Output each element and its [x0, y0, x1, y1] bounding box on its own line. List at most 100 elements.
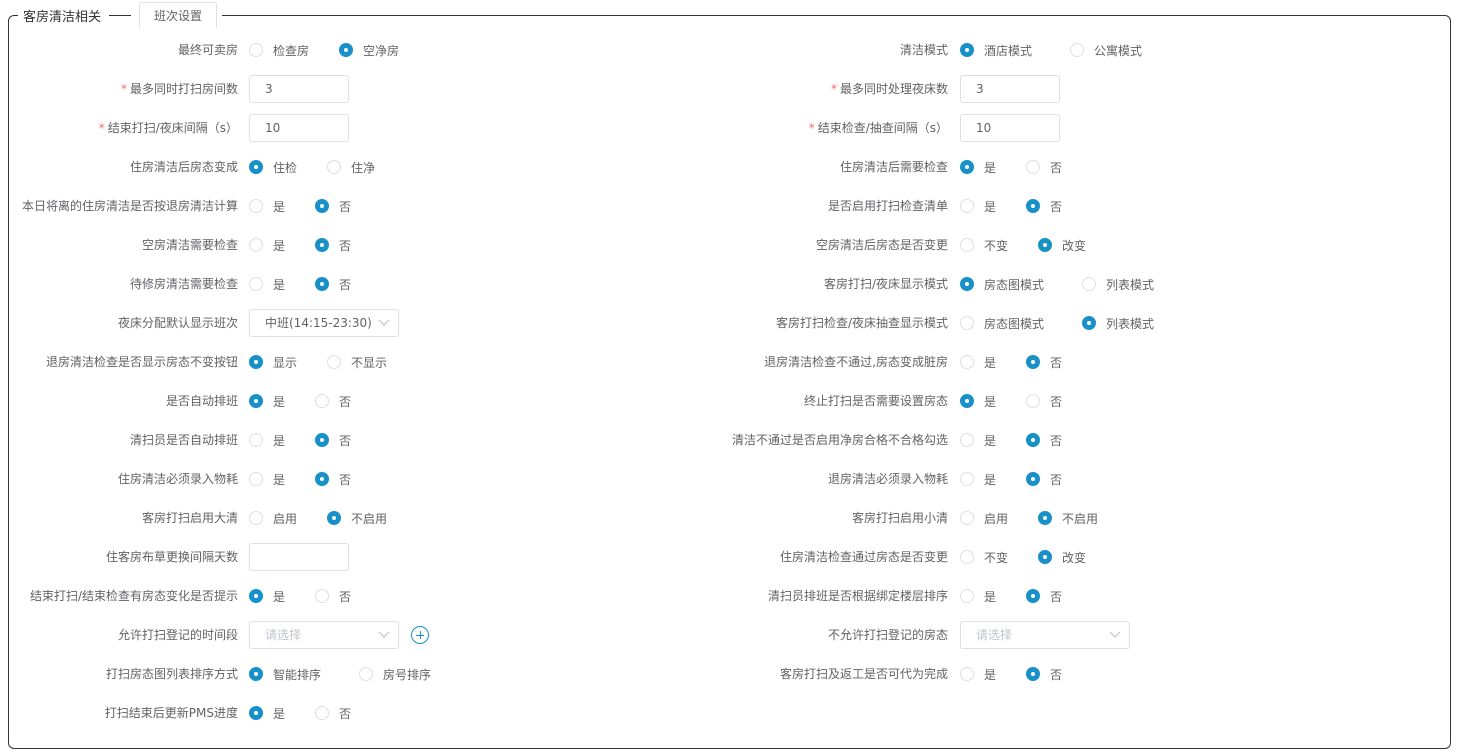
- radio-option-label: 是: [273, 706, 286, 721]
- radio-option[interactable]: 不启用: [327, 510, 387, 527]
- radio-option[interactable]: 是: [960, 471, 996, 488]
- radio-option[interactable]: 启用: [960, 510, 1008, 527]
- radio-option[interactable]: 不变: [960, 549, 1008, 566]
- radio-option[interactable]: 不变: [960, 237, 1008, 254]
- radio-option-label: 不启用: [351, 511, 388, 526]
- radio-option[interactable]: 否: [315, 432, 351, 449]
- radio-option[interactable]: 否: [315, 198, 351, 215]
- radio-option[interactable]: 是: [960, 159, 996, 176]
- radio-option[interactable]: 否: [1026, 159, 1062, 176]
- setting-label: 住房清洁后需要检查: [840, 153, 948, 181]
- radio-option[interactable]: 房态图模式: [960, 315, 1044, 332]
- setting-control: 请选择: [249, 621, 429, 649]
- radio-unchecked-icon: [1070, 43, 1085, 57]
- radio-unchecked-icon: [315, 706, 330, 720]
- radio-option[interactable]: 否: [1026, 471, 1062, 488]
- radio-option[interactable]: 房态图模式: [960, 276, 1044, 293]
- radio-option-label: 否: [1050, 472, 1063, 487]
- number-input[interactable]: [249, 543, 349, 571]
- radio-checked-icon: [1038, 511, 1053, 525]
- room-status-select[interactable]: 请选择: [960, 621, 1130, 649]
- radio-unchecked-icon: [960, 472, 974, 486]
- radio-option[interactable]: 显示: [249, 354, 297, 371]
- radio-option[interactable]: 是: [960, 198, 996, 215]
- setting-label: 清扫员是否自动排班: [130, 426, 238, 454]
- radio-option[interactable]: 否: [1026, 666, 1062, 683]
- radio-option[interactable]: 是: [960, 393, 996, 410]
- radio-unchecked-icon: [327, 160, 342, 174]
- radio-option[interactable]: 是: [249, 471, 285, 488]
- number-input[interactable]: 3: [249, 75, 349, 103]
- radio-unchecked-icon: [249, 238, 263, 252]
- radio-option[interactable]: 检查房: [249, 42, 309, 59]
- radio-unchecked-icon: [960, 589, 974, 603]
- setting-label: 客房打扫启用小清: [852, 504, 948, 532]
- number-input[interactable]: 10: [960, 114, 1060, 142]
- legend-divider: [109, 14, 132, 16]
- number-input[interactable]: 3: [960, 75, 1060, 103]
- radio-checked-icon: [249, 667, 263, 681]
- radio-checked-icon: [960, 43, 974, 57]
- radio-option[interactable]: 公寓模式: [1070, 42, 1142, 59]
- radio-option[interactable]: 否: [315, 588, 351, 605]
- radio-option[interactable]: 不启用: [1038, 510, 1098, 527]
- radio-option-label: 否: [1050, 394, 1063, 409]
- radio-option-label: 否: [339, 706, 352, 721]
- radio-option[interactable]: 是: [249, 276, 285, 293]
- setting-label-text: 空房清洁需要检查: [141, 238, 238, 252]
- setting-label-text: 允许打扫登记的时间段: [117, 628, 238, 642]
- radio-option[interactable]: 是: [960, 354, 996, 371]
- time-period-select[interactable]: 请选择: [249, 621, 399, 649]
- radio-option[interactable]: 否: [1026, 588, 1062, 605]
- radio-option[interactable]: 空净房: [339, 42, 399, 59]
- radio-option[interactable]: 否: [315, 237, 351, 254]
- radio-checked-icon: [1038, 238, 1053, 252]
- radio-option[interactable]: 是: [960, 588, 996, 605]
- radio-option[interactable]: 改变: [1038, 237, 1086, 254]
- radio-option[interactable]: 是: [249, 588, 285, 605]
- setting-control: 是否: [960, 387, 1062, 415]
- radio-option[interactable]: 否: [1026, 393, 1062, 410]
- radio-option[interactable]: 否: [315, 705, 351, 722]
- radio-option[interactable]: 列表模式: [1082, 315, 1154, 332]
- radio-option-label: 是: [273, 472, 286, 487]
- radio-option[interactable]: 否: [315, 276, 351, 293]
- radio-option-label: 改变: [1062, 238, 1087, 253]
- radio-option[interactable]: 列表模式: [1082, 276, 1154, 293]
- radio-option[interactable]: 是: [249, 198, 285, 215]
- radio-option-label: 房号排序: [383, 667, 432, 682]
- number-input[interactable]: 10: [249, 114, 349, 142]
- radio-option[interactable]: 是: [249, 432, 285, 449]
- required-mark: *: [120, 82, 127, 96]
- radio-option-label: 是: [984, 160, 997, 175]
- radio-option[interactable]: 改变: [1038, 549, 1086, 566]
- radio-option[interactable]: 住净: [327, 159, 375, 176]
- radio-option[interactable]: 住检: [249, 159, 297, 176]
- radio-option[interactable]: 是: [960, 666, 996, 683]
- radio-option[interactable]: 智能排序: [249, 666, 321, 683]
- radio-option[interactable]: 酒店模式: [960, 42, 1032, 59]
- setting-label-text: 退房清洁必须录入物耗: [827, 472, 948, 486]
- radio-option[interactable]: 启用: [249, 510, 297, 527]
- radio-option-label: 否: [339, 433, 352, 448]
- radio-option[interactable]: 否: [315, 471, 351, 488]
- radio-option-label: 否: [1050, 433, 1063, 448]
- plus-circle-icon[interactable]: [411, 626, 429, 644]
- shift-select[interactable]: 中班(14:15-23:30): [249, 309, 399, 337]
- radio-option[interactable]: 否: [1026, 354, 1062, 371]
- radio-option[interactable]: 是: [249, 705, 285, 722]
- radio-option[interactable]: 是: [960, 432, 996, 449]
- radio-option[interactable]: 房号排序: [359, 666, 431, 683]
- radio-option[interactable]: 否: [315, 393, 351, 410]
- radio-option[interactable]: 是: [249, 237, 285, 254]
- setting-control: 是否: [960, 426, 1062, 454]
- radio-checked-icon: [315, 472, 330, 486]
- radio-option[interactable]: 否: [1026, 432, 1062, 449]
- radio-option[interactable]: 不显示: [327, 354, 387, 371]
- setting-label-text: 住房清洁后房态变成: [129, 160, 238, 174]
- radio-option[interactable]: 是: [249, 393, 285, 410]
- setting-label: 允许打扫登记的时间段: [118, 621, 238, 649]
- shift-settings-button[interactable]: 班次设置: [139, 2, 218, 28]
- radio-option[interactable]: 否: [1026, 198, 1062, 215]
- setting-control: 启用 不启用: [960, 504, 1098, 532]
